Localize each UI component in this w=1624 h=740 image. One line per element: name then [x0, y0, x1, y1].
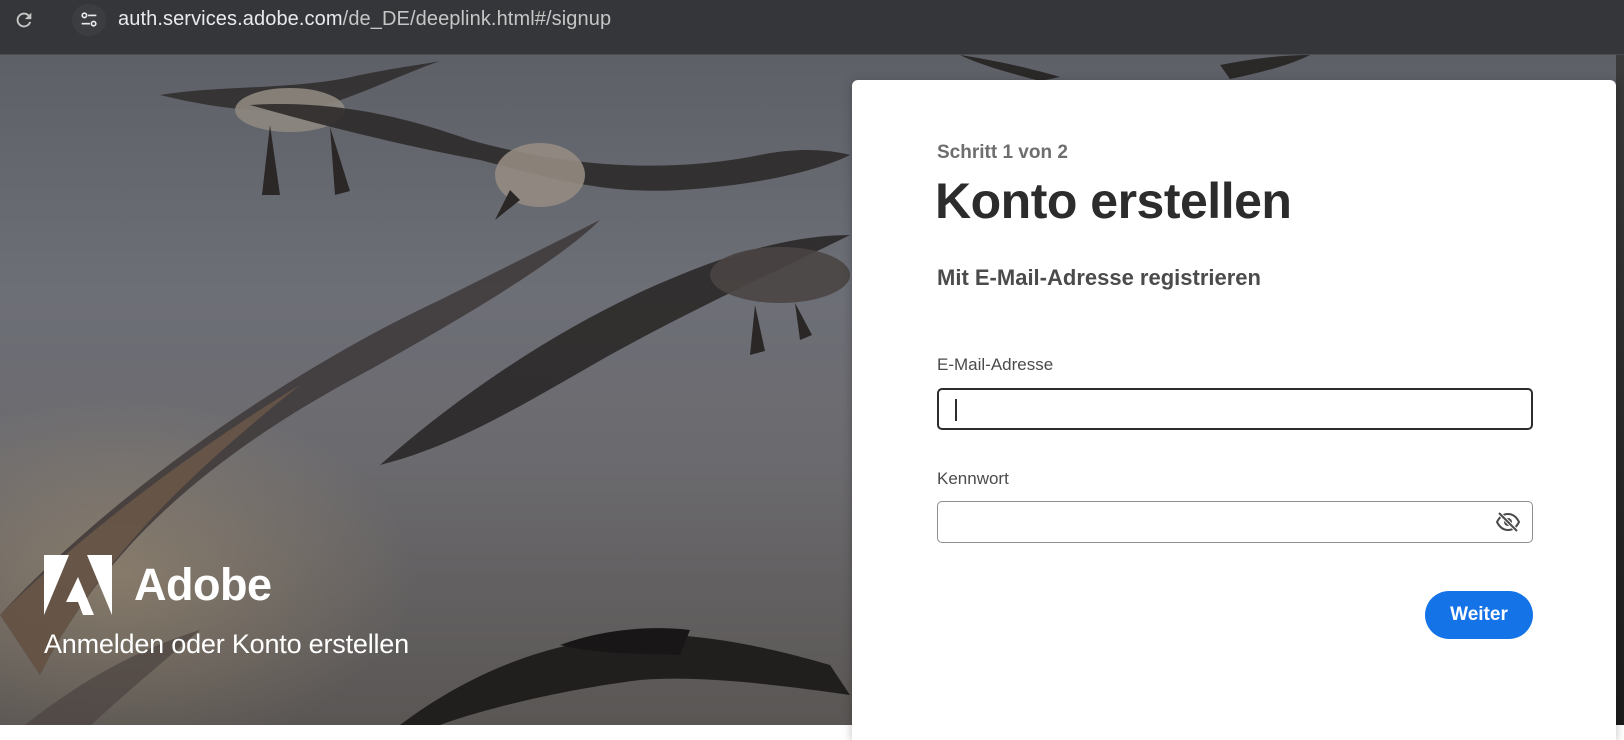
next-button[interactable]: Weiter [1425, 591, 1533, 639]
toggle-password-visibility-button[interactable] [1493, 509, 1523, 535]
reload-icon [16, 12, 32, 28]
password-label: Kennwort [937, 469, 1009, 488]
tune-icon [81, 12, 97, 27]
password-field[interactable] [937, 501, 1533, 543]
browser-address-bar: auth.services.adobe.com/de_DE/deeplink.h… [0, 0, 1624, 55]
text-cursor [955, 399, 957, 421]
signup-card: Schritt 1 von 2 Konto erstellen Mit E-Ma… [852, 80, 1616, 740]
site-info-button[interactable] [72, 4, 106, 36]
eye-off-icon [1495, 511, 1521, 533]
email-label: E-Mail-Adresse [937, 355, 1054, 374]
email-field[interactable] [937, 388, 1533, 430]
right-edge-shadow [1616, 55, 1624, 725]
step-indicator: Schritt 1 von 2 [937, 142, 1068, 163]
brand-name: Adobe [134, 559, 272, 610]
url-host: auth.services.adobe.com [118, 8, 343, 30]
address-url[interactable]: auth.services.adobe.com/de_DE/deeplink.h… [118, 8, 611, 31]
url-path: /de_DE/deeplink.html#/signup [342, 8, 612, 30]
reload-button[interactable] [10, 6, 38, 34]
adobe-logo [44, 555, 112, 615]
signup-subtitle: Mit E-Mail-Adresse registrieren [937, 265, 1261, 290]
brand-block: Adobe Anmelden oder Konto erstellen [44, 555, 409, 660]
brand-tagline: Anmelden oder Konto erstellen [44, 629, 409, 659]
page-title: Konto erstellen [935, 173, 1292, 229]
